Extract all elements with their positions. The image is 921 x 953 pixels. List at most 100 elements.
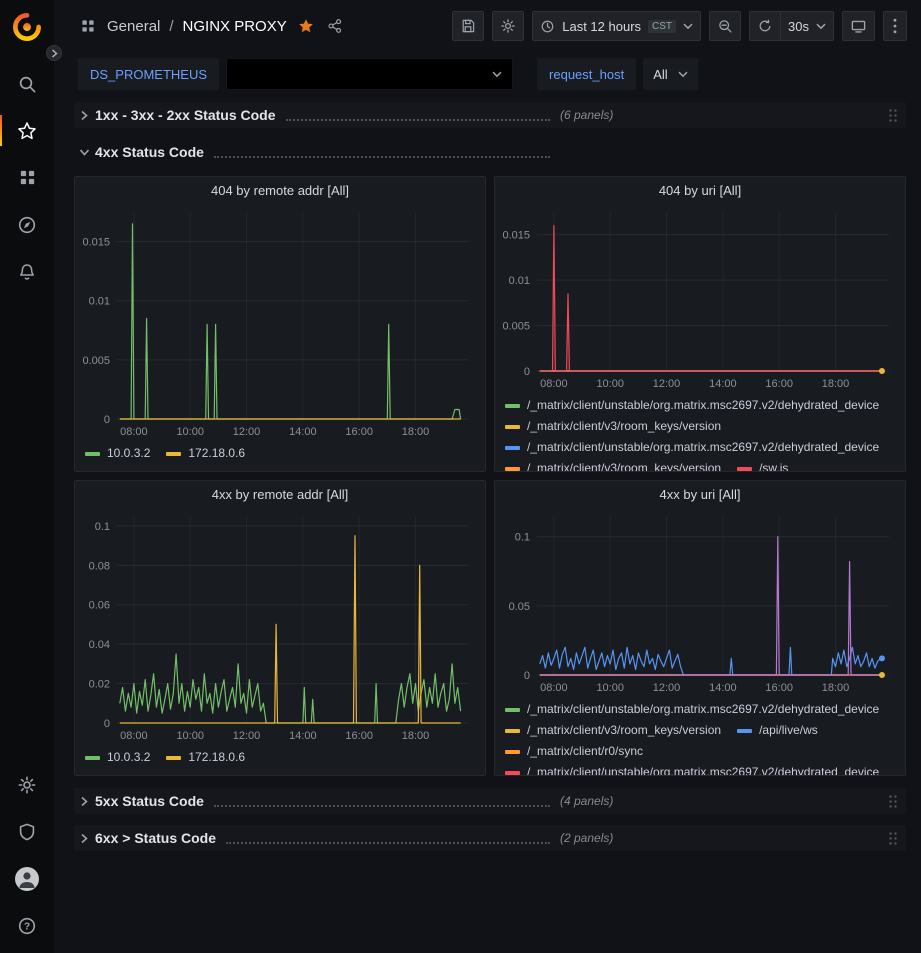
panel-legend: /_matrix/client/unstable/org.matrix.msc2… — [495, 697, 905, 775]
variable-label-request-host[interactable]: request_host — [537, 58, 636, 90]
variable-ds-prometheus: DS_PROMETHEUS — [78, 58, 513, 90]
request-host-select[interactable]: All — [643, 58, 697, 90]
sidebar-expand-button[interactable] — [46, 45, 62, 61]
zoom-out-icon — [717, 18, 733, 34]
sidebar-item-alerting[interactable] — [0, 248, 54, 295]
zoom-out-button[interactable] — [709, 11, 741, 41]
dashboard-settings-button[interactable] — [492, 11, 524, 41]
legend-item[interactable]: /_matrix/client/unstable/org.matrix.msc2… — [505, 395, 879, 416]
svg-text:08:00: 08:00 — [540, 682, 568, 694]
monitor-icon — [850, 18, 867, 35]
refresh-interval-label: 30s — [788, 19, 809, 34]
legend-item[interactable]: /_matrix/client/r0/sync — [505, 741, 643, 762]
time-range-picker[interactable]: Last 12 hours CST — [532, 11, 701, 41]
time-series-chart[interactable]: 08:0010:0012:0014:0016:0018:0000.0050.01… — [75, 204, 485, 441]
svg-text:12:00: 12:00 — [233, 730, 261, 742]
panel-title[interactable]: 404 by uri [All] — [495, 177, 905, 204]
legend-series-swatch — [737, 729, 752, 733]
sidebar-item-explore[interactable] — [0, 201, 54, 248]
panel-title[interactable]: 404 by remote addr [All] — [75, 177, 485, 204]
legend-series-swatch — [505, 467, 520, 471]
time-series-chart[interactable]: 08:0010:0012:0014:0016:0018:0000.050.1 — [495, 508, 905, 697]
tv-mode-button[interactable] — [842, 11, 875, 41]
grafana-logo[interactable] — [0, 0, 54, 54]
legend-item[interactable]: 172.18.0.6 — [166, 747, 245, 768]
time-range-label: Last 12 hours — [562, 19, 641, 34]
dashboards-grid-icon — [18, 168, 37, 187]
search-icon — [17, 74, 37, 94]
row-drag-handle[interactable] — [887, 793, 898, 810]
variables-bar: DS_PROMETHEUS request_host All — [54, 52, 921, 96]
legend-series-label: /_matrix/client/v3/room_keys/version — [527, 458, 721, 471]
row-4xx[interactable]: 4xx Status Code — [74, 139, 906, 165]
kebab-menu-button[interactable] — [883, 11, 907, 41]
row-dotted-leader — [286, 119, 550, 121]
sidebar-item-settings[interactable] — [0, 761, 54, 808]
legend-series-swatch — [166, 452, 181, 456]
chevron-down-icon — [80, 147, 89, 158]
panel-404-by-remote-addr: 404 by remote addr [All] 08:0010:0012:00… — [74, 176, 486, 472]
share-button[interactable] — [325, 16, 345, 36]
grafana-app: ? General / NGINX PROXY — [0, 0, 921, 953]
dashboard-content: 1xx - 3xx - 2xx Status Code (6 panels) 4… — [54, 96, 921, 953]
time-series-chart[interactable]: 08:0010:0012:0014:0016:0018:0000.0050.01… — [495, 204, 905, 393]
sidebar-item-server-admin[interactable] — [0, 808, 54, 855]
sidebar-item-search[interactable] — [0, 60, 54, 107]
refresh-button[interactable] — [749, 11, 781, 41]
apps-grid-icon[interactable] — [78, 16, 98, 36]
row-6xx[interactable]: 6xx > Status Code (2 panels) — [74, 825, 906, 851]
chevron-down-icon — [683, 23, 693, 30]
svg-text:10:00: 10:00 — [596, 682, 624, 694]
row-dotted-leader — [226, 842, 550, 844]
legend-item[interactable]: /_matrix/client/v3/room_keys/version — [505, 416, 721, 437]
row-drag-handle[interactable] — [887, 107, 898, 124]
svg-text:?: ? — [24, 921, 30, 932]
row-panel-count: (4 panels) — [560, 794, 613, 808]
datasource-select[interactable] — [226, 58, 513, 90]
svg-text:10:00: 10:00 — [596, 378, 624, 390]
legend-item[interactable]: 172.18.0.6 — [166, 443, 245, 464]
svg-text:0: 0 — [524, 670, 530, 682]
legend-item[interactable]: /api/live/ws — [737, 720, 818, 741]
panel-title[interactable]: 4xx by remote addr [All] — [75, 481, 485, 508]
sidebar-item-dashboards[interactable] — [0, 154, 54, 201]
dashboard-title[interactable]: NGINX PROXY — [183, 18, 287, 35]
refresh-interval-select[interactable]: 30s — [780, 11, 834, 41]
svg-text:18:00: 18:00 — [402, 426, 430, 438]
legend-item[interactable]: /_matrix/client/v3/room_keys/version — [505, 458, 721, 471]
save-dashboard-button[interactable] — [452, 11, 484, 41]
favorite-star-button[interactable] — [296, 16, 316, 36]
legend-series-label: /_matrix/client/unstable/org.matrix.msc2… — [527, 762, 879, 775]
request-host-value: All — [653, 67, 667, 82]
svg-text:08:00: 08:00 — [120, 730, 148, 742]
row-title: 5xx Status Code — [95, 793, 204, 809]
breadcrumb-folder[interactable]: General — [107, 18, 160, 35]
svg-text:0.015: 0.015 — [502, 230, 530, 242]
svg-text:14:00: 14:00 — [709, 378, 737, 390]
svg-text:0.08: 0.08 — [89, 560, 110, 572]
svg-text:0.005: 0.005 — [502, 321, 530, 333]
svg-text:0.01: 0.01 — [89, 296, 110, 308]
legend-item[interactable]: 10.0.3.2 — [85, 443, 150, 464]
svg-text:0.1: 0.1 — [515, 532, 530, 544]
legend-item[interactable]: /_matrix/client/unstable/org.matrix.msc2… — [505, 699, 879, 720]
legend-item[interactable]: /_matrix/client/v3/room_keys/version — [505, 720, 721, 741]
legend-item[interactable]: /sw.js — [737, 458, 788, 471]
sidebar-item-starred[interactable] — [0, 107, 54, 154]
row-1xx-3xx-2xx[interactable]: 1xx - 3xx - 2xx Status Code (6 panels) — [74, 102, 906, 128]
legend-series-swatch — [505, 708, 520, 712]
variable-label-ds-prometheus[interactable]: DS_PROMETHEUS — [78, 58, 219, 90]
panel-title[interactable]: 4xx by uri [All] — [495, 481, 905, 508]
legend-item[interactable]: 10.0.3.2 — [85, 747, 150, 768]
row-drag-handle[interactable] — [887, 830, 898, 847]
sidebar-item-help[interactable]: ? — [0, 902, 54, 949]
sidebar-item-profile[interactable] — [0, 855, 54, 902]
legend-item[interactable]: /_matrix/client/unstable/org.matrix.msc2… — [505, 762, 879, 775]
chevron-down-icon — [678, 71, 688, 78]
legend-item[interactable]: /_matrix/client/unstable/org.matrix.msc2… — [505, 437, 879, 458]
svg-text:0.1: 0.1 — [95, 521, 110, 533]
dashboard-topbar: General / NGINX PROXY L — [54, 0, 921, 52]
row-5xx[interactable]: 5xx Status Code (4 panels) — [74, 788, 906, 814]
panel-legend: 10.0.3.2 172.18.0.6 — [75, 441, 485, 471]
time-series-chart[interactable]: 08:0010:0012:0014:0016:0018:0000.020.040… — [75, 508, 485, 745]
